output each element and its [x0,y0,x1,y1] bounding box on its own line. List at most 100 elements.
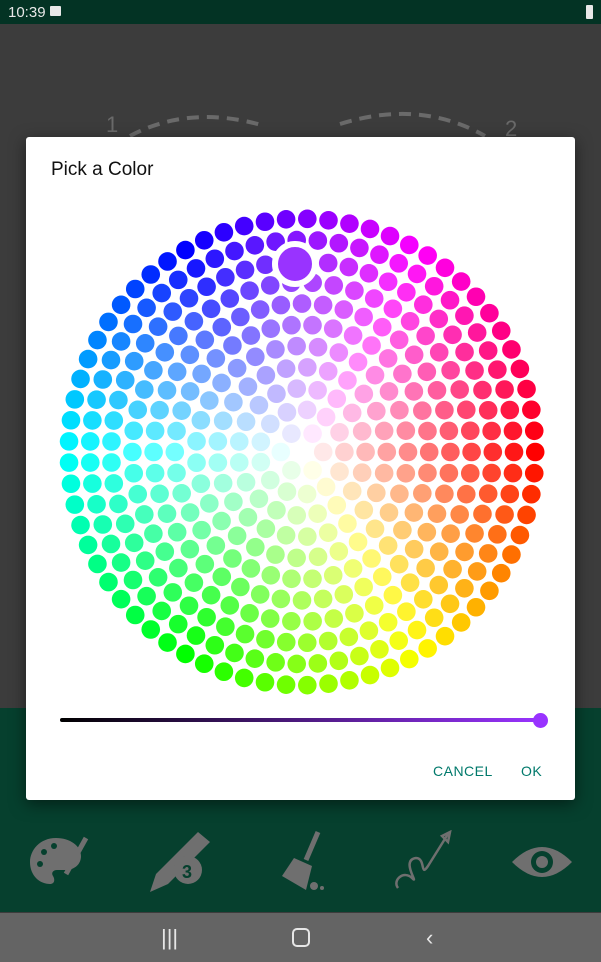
color-dot[interactable] [245,649,265,668]
color-dot[interactable] [451,272,471,291]
color-dot[interactable] [491,321,511,341]
color-dot[interactable] [256,365,276,385]
color-dot[interactable] [234,668,254,688]
color-dot[interactable] [348,532,368,552]
color-dot[interactable] [152,283,172,303]
color-dot[interactable] [249,395,269,415]
color-dot[interactable] [191,410,211,430]
color-dot[interactable] [111,589,131,609]
color-dot[interactable] [427,381,447,400]
color-dot[interactable] [61,410,81,430]
color-dot[interactable] [440,290,460,310]
ok-button[interactable]: OK [521,763,542,779]
color-dot[interactable] [260,276,280,295]
color-dot[interactable] [267,500,286,520]
color-dot[interactable] [467,323,487,342]
color-dot[interactable] [260,470,280,490]
color-dot[interactable] [241,326,261,345]
color-dot[interactable] [231,577,250,597]
color-dot[interactable] [522,484,541,504]
color-dot[interactable] [340,214,359,233]
color-dot[interactable] [372,317,392,337]
color-dot[interactable] [327,495,347,515]
color-dot[interactable] [502,340,521,359]
color-dot[interactable] [128,484,148,504]
color-dot[interactable] [276,525,296,545]
color-dot[interactable] [455,342,474,362]
color-dot[interactable] [478,544,498,563]
color-dot[interactable] [111,553,131,572]
color-dot[interactable] [298,209,317,229]
color-dot[interactable] [65,495,85,514]
color-dot[interactable] [500,400,520,420]
color-dot[interactable] [241,559,261,578]
color-dot[interactable] [125,279,145,299]
color-dot[interactable] [145,421,165,441]
color-dot[interactable] [439,463,459,483]
color-dot[interactable] [342,403,362,423]
color-dot[interactable] [78,349,98,369]
color-dot[interactable] [340,671,359,690]
color-dot[interactable] [206,536,226,555]
color-dot[interactable] [287,654,307,674]
color-dot[interactable] [208,453,228,472]
color-dot[interactable] [71,369,90,389]
color-dot[interactable] [214,222,234,242]
color-dot[interactable] [144,360,163,380]
color-dot[interactable] [393,364,412,384]
color-dot[interactable] [192,520,211,540]
color-dot[interactable] [282,461,301,480]
color-dot[interactable] [213,473,233,493]
color-dot[interactable] [187,453,206,473]
color-dot[interactable] [93,370,113,389]
color-dot[interactable] [339,627,359,647]
color-dot[interactable] [186,259,206,278]
color-dot[interactable] [165,442,185,462]
color-dot[interactable] [404,503,424,522]
color-dot[interactable] [374,463,394,483]
color-dot[interactable] [491,563,511,583]
color-dot[interactable] [135,333,155,353]
color-dot[interactable] [194,654,214,674]
color-dot[interactable] [59,432,79,451]
color-dot[interactable] [83,474,102,493]
color-dot[interactable] [362,549,381,568]
color-dot[interactable] [524,421,544,441]
cancel-button[interactable]: CANCEL [433,763,493,779]
color-dot[interactable] [522,400,541,420]
color-dot[interactable] [466,597,486,617]
color-dot[interactable] [466,287,486,307]
color-dot[interactable] [524,463,544,483]
color-dot[interactable] [502,545,521,564]
color-dot[interactable] [329,233,349,253]
color-dot[interactable] [338,371,357,390]
color-dot[interactable] [135,380,154,399]
color-dot[interactable] [123,442,142,462]
color-dot[interactable] [318,253,338,273]
color-dot[interactable] [360,219,380,239]
color-dot[interactable] [350,646,369,666]
color-dot[interactable] [197,277,216,297]
color-dot[interactable] [179,596,199,616]
color-dot[interactable] [419,442,439,462]
color-dot[interactable] [379,503,399,522]
color-dot[interactable] [367,483,386,503]
color-dot[interactable] [478,400,498,420]
color-dot[interactable] [399,235,419,255]
color-dot[interactable] [354,307,373,327]
color-dot[interactable] [213,411,233,431]
color-dot[interactable] [266,653,285,672]
color-dot[interactable] [229,453,249,472]
color-dot[interactable] [88,330,107,350]
color-dot[interactable] [354,384,374,404]
color-dot[interactable] [201,299,221,319]
color-dot[interactable] [216,617,235,637]
color-dot[interactable] [416,558,435,578]
color-dot[interactable] [362,336,381,355]
color-dot[interactable] [224,492,243,512]
color-dot[interactable] [345,603,364,623]
color-dot[interactable] [80,453,100,472]
color-dot[interactable] [236,412,256,432]
color-dot[interactable] [441,524,460,544]
color-dot[interactable] [104,474,124,493]
